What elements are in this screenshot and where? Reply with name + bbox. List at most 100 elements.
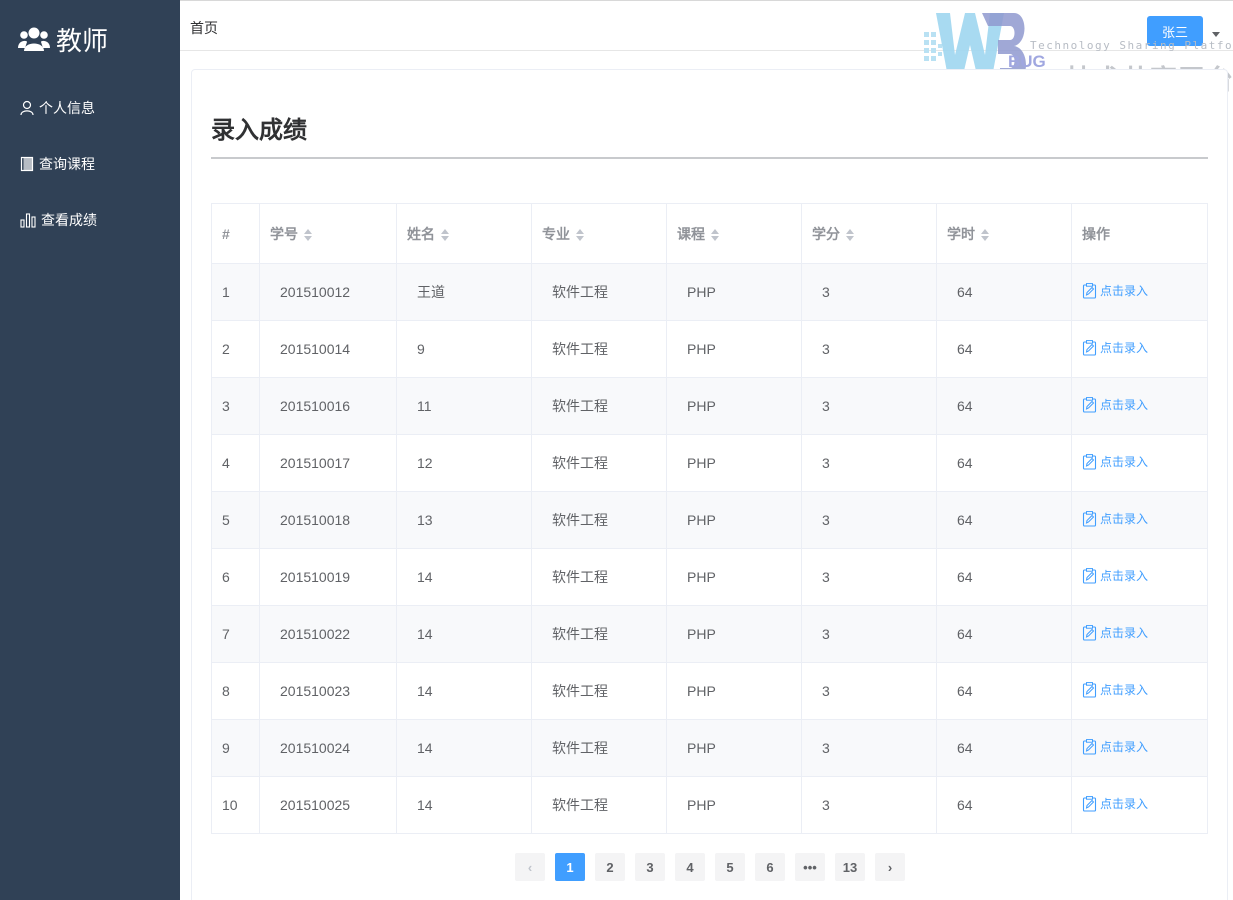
users-icon xyxy=(18,27,50,51)
column-header-credit[interactable]: 学分 xyxy=(801,203,937,264)
chevron-down-icon[interactable] xyxy=(1212,32,1220,37)
cell-action: 点击录入 xyxy=(1071,434,1208,492)
breadcrumb-home[interactable]: 首页 xyxy=(190,18,218,38)
book-icon xyxy=(20,156,34,172)
enter-grade-link[interactable]: 点击录入 xyxy=(1082,510,1148,527)
sidebar-item-label: 查询课程 xyxy=(39,156,95,172)
cell-credit: 3 xyxy=(801,548,937,606)
sort-icon[interactable] xyxy=(711,228,720,242)
sort-icon[interactable] xyxy=(576,228,585,242)
sort-icon[interactable] xyxy=(441,228,450,242)
pagination-page-2[interactable]: 2 xyxy=(595,853,625,881)
cell-course: PHP xyxy=(666,263,802,321)
pagination-prev-button[interactable]: ‹ xyxy=(515,853,545,881)
edit-clipboard-icon xyxy=(1082,453,1097,470)
pagination-page-13[interactable]: 13 xyxy=(835,853,865,881)
table-row: 8 201510023 14 软件工程 PHP 3 64 点击录入 xyxy=(211,662,1208,720)
pagination-page-3[interactable]: 3 xyxy=(635,853,665,881)
cell-action: 点击录入 xyxy=(1071,662,1208,720)
enter-grade-label: 点击录入 xyxy=(1100,284,1149,299)
enter-grade-link[interactable]: 点击录入 xyxy=(1082,681,1148,698)
pagination-page-1[interactable]: 1 xyxy=(555,853,585,881)
cell-action: 点击录入 xyxy=(1071,719,1208,777)
enter-grade-label: 点击录入 xyxy=(1100,683,1149,698)
table-row: 1 201510012 王道 软件工程 PHP 3 64 点击录入 xyxy=(211,263,1208,321)
sidebar-item-label: 查看成绩 xyxy=(41,212,97,228)
column-header-course[interactable]: 课程 xyxy=(666,203,802,264)
cell-credit: 3 xyxy=(801,491,937,549)
enter-grade-link[interactable]: 点击录入 xyxy=(1082,453,1148,470)
cell-major: 软件工程 xyxy=(531,719,667,777)
sort-icon[interactable] xyxy=(304,228,313,242)
sidebar-item-grades[interactable]: 查看成绩 xyxy=(0,192,180,248)
cell-id: 201510012 xyxy=(259,263,397,321)
table-row: 9 201510024 14 软件工程 PHP 3 64 点击录入 xyxy=(211,719,1208,777)
cell-idx: 8 xyxy=(211,662,260,720)
table-row: 7 201510022 14 软件工程 PHP 3 64 点击录入 xyxy=(211,605,1208,663)
cell-action: 点击录入 xyxy=(1071,491,1208,549)
enter-grade-label: 点击录入 xyxy=(1100,512,1149,527)
cell-hours: 64 xyxy=(936,548,1072,606)
cell-hours: 64 xyxy=(936,263,1072,321)
column-header-major[interactable]: 专业 xyxy=(531,203,667,264)
enter-grade-link[interactable]: 点击录入 xyxy=(1082,567,1148,584)
pagination-page-6[interactable]: 6 xyxy=(755,853,785,881)
cell-major: 软件工程 xyxy=(531,776,667,834)
enter-grade-link[interactable]: 点击录入 xyxy=(1082,282,1148,299)
cell-major: 软件工程 xyxy=(531,434,667,492)
cell-idx: 2 xyxy=(211,320,260,378)
user-menu-button[interactable]: 张三 xyxy=(1147,16,1203,46)
sidebar-item-profile[interactable]: 个人信息 xyxy=(0,80,180,136)
edit-clipboard-icon xyxy=(1082,681,1097,698)
edit-clipboard-icon xyxy=(1082,738,1097,755)
enter-grade-link[interactable]: 点击录入 xyxy=(1082,396,1148,413)
cell-course: PHP xyxy=(666,719,802,777)
pagination-ellipsis[interactable]: ••• xyxy=(795,853,825,881)
cell-course: PHP xyxy=(666,662,802,720)
enter-grade-link[interactable]: 点击录入 xyxy=(1082,738,1148,755)
column-header-hours[interactable]: 学时 xyxy=(936,203,1072,264)
table-body: 1 201510012 王道 软件工程 PHP 3 64 点击录入 2 201510014 9 软件工… xyxy=(211,263,1208,834)
cell-hours: 64 xyxy=(936,662,1072,720)
enter-grade-label: 点击录入 xyxy=(1100,455,1149,470)
cell-credit: 3 xyxy=(801,320,937,378)
cell-major: 软件工程 xyxy=(531,548,667,606)
cell-major: 软件工程 xyxy=(531,377,667,435)
edit-clipboard-icon xyxy=(1082,624,1097,641)
cell-major: 软件工程 xyxy=(531,263,667,321)
pagination-page-5[interactable]: 5 xyxy=(715,853,745,881)
enter-grade-label: 点击录入 xyxy=(1100,740,1149,755)
sort-icon[interactable] xyxy=(846,228,855,242)
sort-icon[interactable] xyxy=(981,228,990,242)
cell-hours: 64 xyxy=(936,434,1072,492)
pagination-next-button[interactable]: › xyxy=(875,853,905,881)
cell-name: 9 xyxy=(396,320,532,378)
cell-name: 14 xyxy=(396,719,532,777)
column-header-name[interactable]: 姓名 xyxy=(396,203,532,264)
cell-id: 201510025 xyxy=(259,776,397,834)
cell-name: 14 xyxy=(396,662,532,720)
cell-course: PHP xyxy=(666,320,802,378)
top-bar: 首页 张三 xyxy=(180,0,1233,51)
cell-hours: 64 xyxy=(936,377,1072,435)
cell-course: PHP xyxy=(666,605,802,663)
column-header-student-id[interactable]: 学号 xyxy=(259,203,397,264)
cell-idx: 3 xyxy=(211,377,260,435)
cell-id: 201510019 xyxy=(259,548,397,606)
pagination-page-4[interactable]: 4 xyxy=(675,853,705,881)
cell-credit: 3 xyxy=(801,662,937,720)
enter-grade-link[interactable]: 点击录入 xyxy=(1082,624,1148,641)
sidebar-item-courses[interactable]: 查询课程 xyxy=(0,136,180,192)
edit-clipboard-icon xyxy=(1082,510,1097,527)
cell-idx: 9 xyxy=(211,719,260,777)
enter-grade-link[interactable]: 点击录入 xyxy=(1082,339,1148,356)
cell-hours: 64 xyxy=(936,491,1072,549)
edit-clipboard-icon xyxy=(1082,795,1097,812)
enter-grade-link[interactable]: 点击录入 xyxy=(1082,795,1148,812)
cell-action: 点击录入 xyxy=(1071,320,1208,378)
cell-major: 软件工程 xyxy=(531,320,667,378)
table-header-row: # 学号 姓名 专业 课程 学分 学时 操作 xyxy=(211,203,1208,264)
cell-idx: 7 xyxy=(211,605,260,663)
cell-idx: 6 xyxy=(211,548,260,606)
table-row: 5 201510018 13 软件工程 PHP 3 64 点击录入 xyxy=(211,491,1208,549)
